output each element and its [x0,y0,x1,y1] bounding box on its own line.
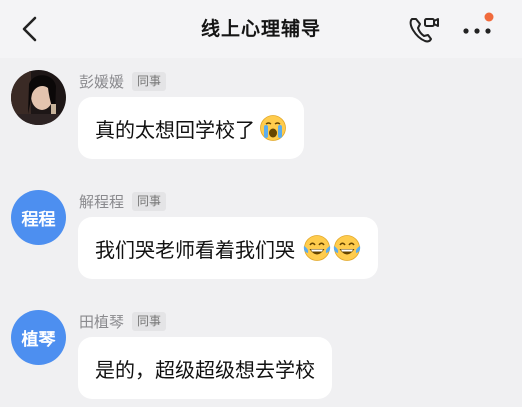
laughing-tears-emoji [333,235,361,261]
message-bubble[interactable]: 是的，超级超级想去学校 [78,337,332,399]
message-bubble[interactable]: 真的太想回学校了 [78,97,304,159]
sender-name: 彭媛媛 [79,72,125,91]
top-bar: 线上心理辅导 [0,0,522,58]
message-text: 我们哭老师看着我们哭 [95,237,295,262]
crying-face-emoji [260,115,286,141]
more-button[interactable] [460,12,500,46]
role-badge: 同事 [132,311,167,331]
page-title: 线上心理辅导 [200,18,321,40]
role-badge: 同事 [132,71,167,91]
video-call-icon [409,18,439,43]
sender-row: 解程程 同事 [79,190,167,212]
sender-row: 田植琴 同事 [79,310,167,332]
avatar[interactable]: 植琴 [11,310,66,365]
more-dots-icon [463,12,494,34]
avatar-photo[interactable] [11,70,66,125]
message-text: 真的太想回学校了 [95,117,255,142]
avatar[interactable]: 程程 [11,190,66,245]
sender-row: 彭媛媛 同事 [79,70,167,92]
sender-name: 解程程 [79,192,125,211]
role-badge: 同事 [132,191,167,211]
message-bubble[interactable]: 我们哭老师看着我们哭 [78,217,378,279]
video-call-button[interactable] [406,12,442,46]
notification-dot [484,12,494,22]
message-text: 是的，超级超级想去学校 [95,357,315,382]
sender-name: 田植琴 [79,312,125,331]
laughing-tears-emoji [303,235,331,261]
